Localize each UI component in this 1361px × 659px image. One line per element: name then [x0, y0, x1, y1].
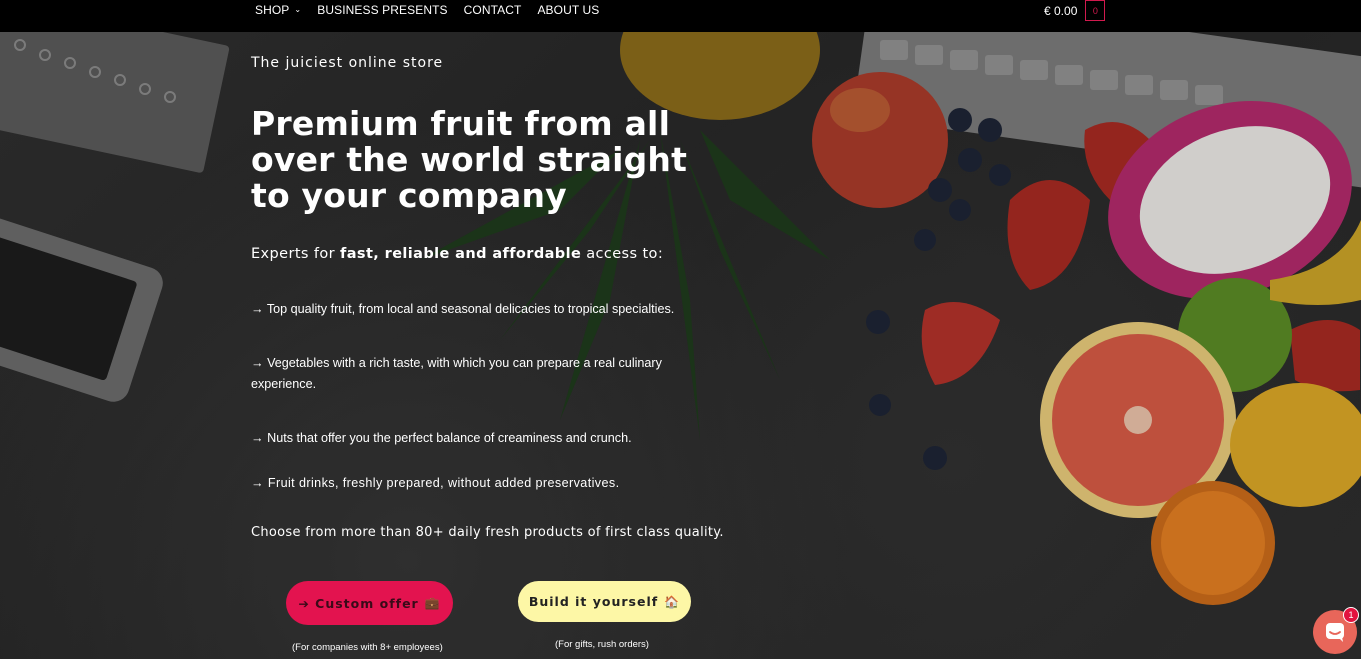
chat-bubble-icon — [1326, 623, 1344, 642]
cart-count-badge: 0 — [1085, 0, 1106, 21]
bullet-vegetables: → Vegetables with a rich taste, with whi… — [251, 356, 662, 391]
cart-link[interactable]: € 0.00 0 — [1044, 0, 1106, 21]
build-it-yourself-label: Build it yourself — [528, 594, 659, 609]
custom-offer-note: (For companies with 8+ employees) — [292, 642, 443, 653]
chat-notification-badge: 1 — [1343, 607, 1359, 623]
hero-dark-overlay — [0, 0, 1361, 659]
nav-item-shop[interactable]: SHOP ⌄ — [255, 3, 301, 17]
nav-item-business-presents-label: BUSINESS PRESENTS — [317, 3, 448, 17]
bullet-fruit: → Top quality fruit, from local and seas… — [251, 302, 675, 316]
top-navigation-bar: SHOP ⌄ BUSINESS PRESENTS CONTACT ABOUT U… — [0, 0, 1361, 32]
chevron-down-icon: ⌄ — [294, 5, 302, 14]
briefcase-icon: 💼 — [424, 596, 441, 610]
main-menu: SHOP ⌄ BUSINESS PRESENTS CONTACT ABOUT U… — [255, 3, 615, 17]
nav-item-shop-label: SHOP — [255, 3, 290, 17]
hero-tagline: The juiciest online store — [251, 55, 444, 71]
build-it-yourself-note: (For gifts, rush orders) — [555, 639, 649, 650]
nav-item-business-presents[interactable]: BUSINESS PRESENTS — [317, 3, 447, 17]
nav-item-contact-label: CONTACT — [463, 3, 522, 17]
nav-item-about-us-label: ABOUT US — [537, 3, 600, 17]
custom-offer-label: ➔ Custom offer — [298, 595, 419, 611]
custom-offer-button[interactable]: ➔ Custom offer 💼 — [286, 581, 453, 625]
intro-bold: fast, reliable and affordable — [340, 246, 582, 262]
nav-item-contact[interactable]: CONTACT — [464, 3, 522, 17]
build-it-yourself-button[interactable]: Build it yourself 🏠 — [518, 581, 691, 622]
choose-text: Choose from more than 80+ daily fresh pr… — [251, 525, 724, 540]
intro-suffix: access to: — [586, 246, 664, 262]
hero-headline: Premium fruit from all over the world st… — [251, 104, 688, 215]
cart-total: € 0.00 — [1044, 3, 1078, 18]
intro-prefix: Experts for — [251, 246, 336, 262]
bullet-drinks: → Fruit drinks, freshly prepared, withou… — [251, 476, 620, 490]
hero-intro: Experts for fast, reliable and affordabl… — [251, 246, 663, 262]
bullet-nuts: → Nuts that offer you the perfect balanc… — [251, 431, 632, 445]
house-icon: 🏠 — [664, 594, 681, 609]
nav-item-about-us[interactable]: ABOUT US — [537, 3, 599, 17]
